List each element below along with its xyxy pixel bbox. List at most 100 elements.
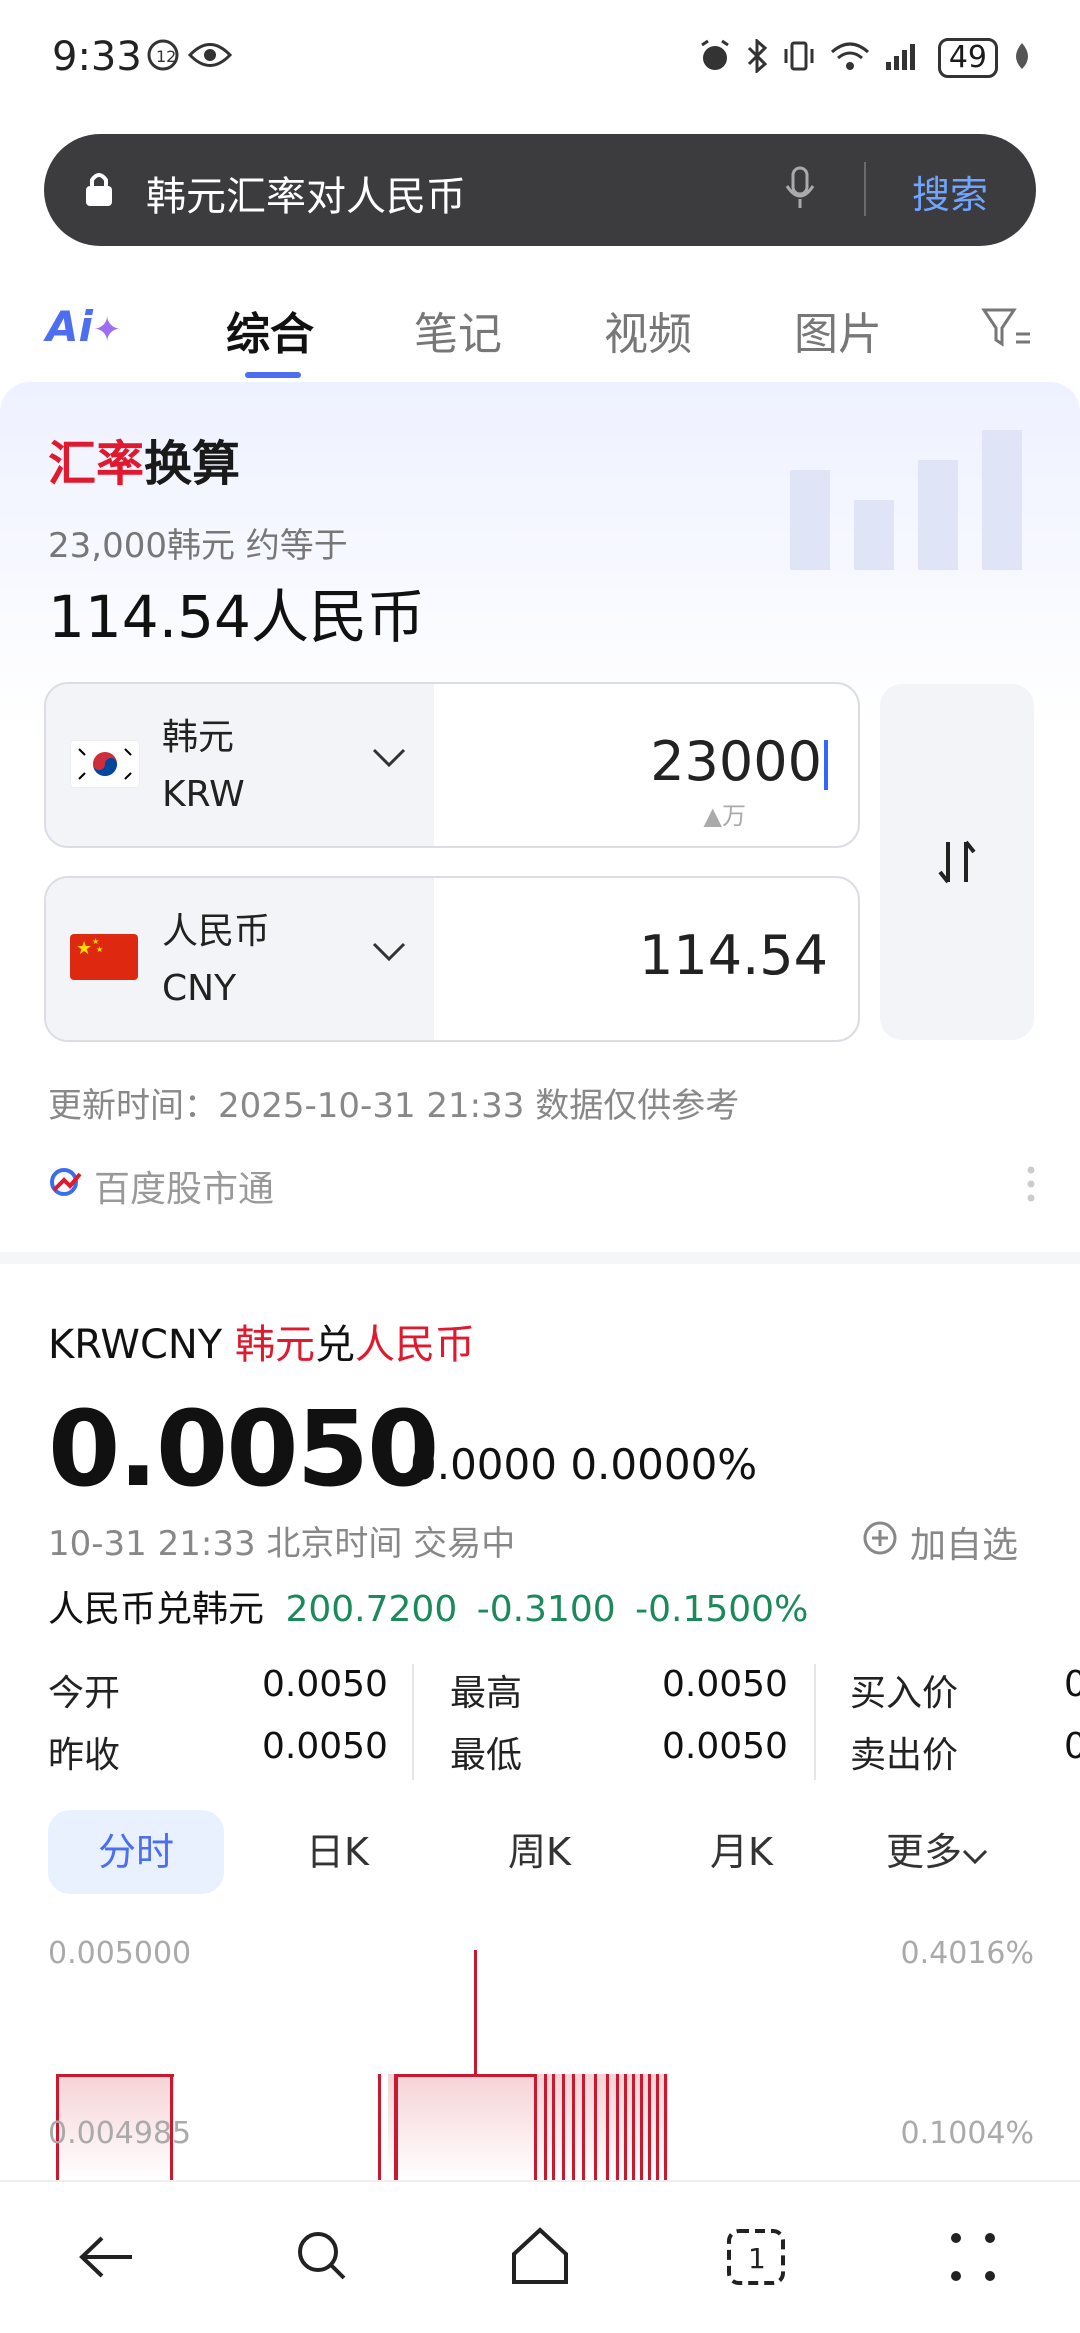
plus-circle-icon [862, 1520, 898, 1565]
price-line-segment [56, 2074, 174, 2077]
tab-more[interactable]: 更多 [886, 1810, 988, 1894]
y-axis-top-right: 0.4016% [900, 1936, 1034, 1971]
tab-monthly-k[interactable]: 月K [710, 1810, 773, 1894]
stat-low-value: 0.0050 [662, 1726, 788, 1767]
stat-prevclose-value: 0.0050 [262, 1726, 388, 1767]
chevron-down-icon [372, 942, 406, 966]
home-icon[interactable] [508, 2226, 572, 2290]
tab-videos[interactable]: 视频 [604, 298, 692, 362]
stat-divider [412, 1664, 414, 1780]
menu-dots-icon[interactable] [948, 2230, 998, 2288]
status-time: 9:33 [52, 34, 142, 80]
mic-icon[interactable] [784, 166, 816, 214]
eye-icon [187, 40, 233, 74]
swap-icon [936, 838, 978, 890]
tab-all[interactable]: 综合 [226, 298, 314, 362]
search-separator [864, 162, 866, 216]
chevron-down-icon [372, 748, 406, 772]
tab-images[interactable]: 图片 [794, 298, 882, 362]
from-currency-selector[interactable]: 韩元 KRW [46, 684, 434, 846]
price-line-segment [632, 2074, 635, 2180]
price-line-segment [616, 2074, 619, 2180]
active-tab-indicator [245, 372, 301, 378]
price-line-segment [594, 2074, 597, 2180]
lock-icon [84, 170, 114, 212]
data-source-label: 百度股市通 [94, 1169, 275, 1210]
search-bar[interactable]: 韩元汇率对人民币 搜索 [44, 134, 1036, 246]
status-bar: 9:33 12 49 [0, 0, 1080, 120]
price-line-segment [582, 2074, 585, 2180]
price-line-segment [624, 2074, 627, 2180]
tab-intraday[interactable]: 分时 [48, 1810, 224, 1894]
bottom-nav: 1 [0, 2180, 1080, 2333]
y-axis-mid-left: 0.004985 [48, 2116, 192, 2151]
search-icon[interactable] [294, 2228, 350, 2288]
search-query[interactable]: 韩元汇率对人民币 [146, 164, 466, 222]
stat-ask-value: 0 [1064, 1726, 1080, 1767]
stat-divider [814, 1664, 816, 1780]
svg-text:★: ★ [76, 938, 92, 959]
svg-text:★: ★ [96, 945, 103, 954]
korea-flag-icon [70, 740, 140, 788]
stat-high-label: 最高 [450, 1673, 523, 1714]
search-button[interactable]: 搜索 [912, 164, 988, 219]
stat-high-value: 0.0050 [662, 1664, 788, 1705]
stat-open-label: 今开 [48, 1673, 121, 1714]
from-amount-input[interactable]: 23000 [650, 730, 828, 793]
stat-ask-label: 卖出价 [850, 1735, 959, 1776]
tab-weekly-k[interactable]: 周K [508, 1810, 571, 1894]
update-time: 更新时间：2025-10-31 21:33 数据仅供参考 [48, 1086, 740, 1126]
price-line-segment [534, 2074, 537, 2180]
converter-result: 114.54人民币 [48, 583, 425, 651]
to-currency-code: CNY [162, 968, 237, 1009]
reverse-percent: -0.1500% [635, 1589, 809, 1630]
back-icon[interactable] [76, 2232, 136, 2286]
data-source[interactable]: 百度股市通 [48, 1160, 274, 1212]
price-line-segment [544, 2074, 547, 2180]
change-value: 0.0000 [410, 1440, 557, 1489]
price-line-segment [394, 2074, 534, 2077]
converter-title: 汇率换算 [48, 424, 240, 494]
reverse-label: 人民币兑韩元 [48, 1589, 265, 1630]
from-currency-box[interactable]: 韩元 KRW 23000 ▲万 [44, 682, 860, 848]
ai-label: Ai [46, 302, 93, 351]
reverse-price: 200.7200 [285, 1589, 458, 1630]
ai-tab[interactable]: Ai✦ [46, 302, 121, 351]
pair-code: KRWCNY [48, 1322, 223, 1368]
trade-meta: 10-31 21:33 北京时间 交易中 [48, 1524, 516, 1564]
price-change: 0.0000 0.0000% [410, 1440, 757, 1489]
price-line-segment [664, 2074, 667, 2180]
filter-icon[interactable] [980, 304, 1034, 356]
text-cursor [824, 740, 828, 791]
sparkle-icon: ✦ [92, 310, 122, 350]
add-watchlist-button[interactable]: 加自选 [862, 1516, 1018, 1568]
pair-connector: 兑 [314, 1322, 355, 1368]
price-line-segment [572, 2074, 575, 2180]
price-line-segment [378, 2074, 381, 2180]
swap-currency-button[interactable] [880, 684, 1034, 1040]
pair-base: 韩元 [234, 1322, 315, 1368]
tab-notes[interactable]: 笔记 [414, 298, 502, 362]
price-line-segment [656, 2074, 659, 2180]
pair-title[interactable]: KRWCNY 韩元兑人民币 [48, 1312, 475, 1370]
svg-text:1: 1 [748, 2242, 766, 2275]
price-line-segment [648, 2074, 651, 2180]
leaf-icon [1012, 41, 1032, 75]
tab-more-label: 更多 [886, 1830, 963, 1874]
tabs-count-icon[interactable]: 1 [726, 2228, 786, 2290]
unit-hint: ▲万 [703, 802, 746, 830]
more-options-icon[interactable] [1026, 1166, 1036, 1206]
price-line-segment [562, 2074, 565, 2180]
stat-bid-label: 买入价 [850, 1673, 959, 1714]
tab-daily-k[interactable]: 日K [306, 1810, 369, 1894]
to-currency-selector[interactable]: ★ ★ ★ 人民币 CNY [46, 878, 434, 1040]
chevron-down-icon [962, 1830, 988, 1874]
price-spike [474, 1950, 477, 2074]
reverse-change: -0.3100 [476, 1589, 616, 1630]
to-currency-box[interactable]: ★ ★ ★ 人民币 CNY 114.54 [44, 876, 860, 1042]
price-line-segment [394, 2074, 398, 2180]
price-line-segment [640, 2074, 643, 2180]
notification-icon: 12 [146, 38, 180, 76]
status-icons: 49 [698, 37, 1032, 78]
converter-title-red: 汇率 [48, 436, 145, 492]
